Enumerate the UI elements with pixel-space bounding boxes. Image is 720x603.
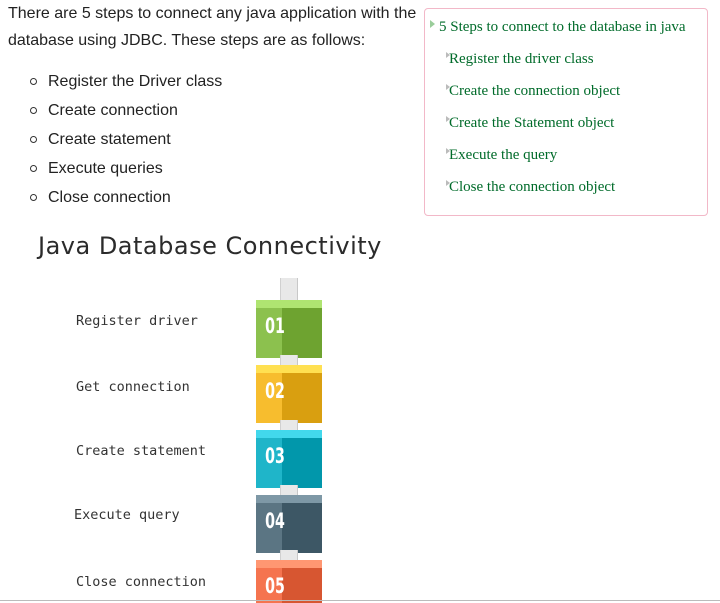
toc-link-text: Register the driver class [449,51,594,67]
step-cube: 02 [256,365,322,423]
toc-link-text: Create the Statement object [449,115,615,131]
step-number: 02 [265,379,285,403]
list-item: Create connection [28,96,222,125]
step-cube: 05 [256,560,322,603]
toc-link-text: Create the connection object [449,83,621,99]
bullet-icon [30,165,37,172]
list-item-text: Create statement [48,131,171,148]
connector-post [280,278,298,302]
diagram-title: Java Database Connectivity [38,232,382,260]
list-item-text: Close connection [48,189,171,206]
diagram-step-label: Get connection [76,379,190,395]
triangle-icon [446,116,450,122]
toc-link[interactable]: Register the driver class [446,51,594,68]
list-item: Register the Driver class [28,67,222,96]
step-cube: 04 [256,495,322,553]
step-number: 01 [265,314,285,338]
list-item-text: Execute queries [48,160,163,177]
bullet-icon [30,78,37,85]
list-item-text: Register the Driver class [48,73,223,90]
steps-list: Register the Driver class Create connect… [28,67,222,212]
triangle-icon [446,84,450,90]
jdbc-diagram: Java Database Connectivity Register driv… [8,222,400,603]
list-item: Close connection [28,183,222,212]
diagram-step-label: Create statement [76,443,207,459]
toc-link[interactable]: Close the connection object [446,179,616,196]
toc-link[interactable]: Create the Statement object [446,115,615,132]
bullet-icon [30,136,37,143]
bullet-icon [30,194,37,201]
triangle-icon [446,180,450,186]
list-item: Execute queries [28,154,222,183]
toc-link[interactable]: Execute the query [446,147,558,164]
list-item: Create statement [28,125,222,154]
expand-triangle-icon [430,20,435,28]
toc-link-text: Close the connection object [449,179,616,195]
diagram-step-label: Execute query [74,507,180,523]
triangle-icon [446,148,450,154]
step-cube: 01 [256,300,322,358]
diagram-step-label: Close connection [76,574,207,590]
bullet-icon [30,107,37,114]
step-number: 04 [265,509,285,533]
intro-paragraph: There are 5 steps to connect any java ap… [8,5,417,49]
triangle-icon [446,52,450,58]
step-number: 05 [265,574,285,598]
toc-title[interactable]: 5 Steps to connect to the database in ja… [430,19,686,36]
step-cube: 03 [256,430,322,488]
diagram-step-label: Register driver [76,313,198,329]
list-item-text: Create connection [48,102,178,119]
toc-title-text: 5 Steps to connect to the database in ja… [439,19,686,35]
toc-link[interactable]: Create the connection object [446,83,621,100]
divider [0,600,720,601]
toc-link-text: Execute the query [449,147,558,163]
step-number: 03 [265,444,285,468]
table-of-contents: 5 Steps to connect to the database in ja… [424,8,708,216]
